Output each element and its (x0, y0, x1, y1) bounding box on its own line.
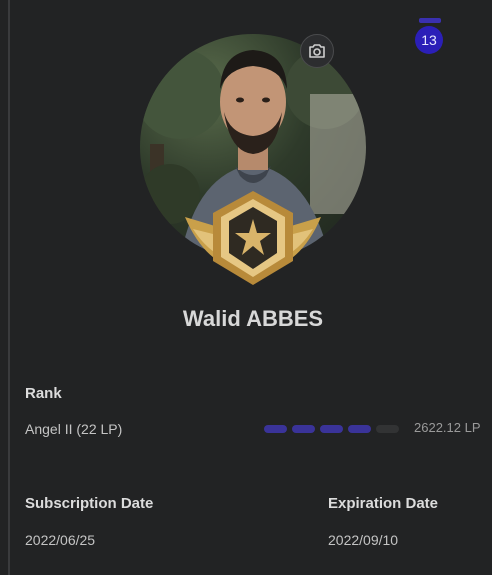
left-divider (8, 0, 10, 575)
notification-count-badge[interactable]: 13 (415, 26, 443, 54)
progress-segment (264, 425, 287, 433)
rank-progress-bar (264, 425, 399, 433)
change-photo-button[interactable] (300, 34, 334, 68)
profile-name: Walid ABBES (182, 306, 324, 331)
notification-indicator[interactable]: 13 (415, 18, 445, 54)
expiration-date-value: 2022/09/10 (328, 532, 399, 548)
subscription-date-label: Subscription Date (25, 495, 154, 512)
subscription-date-value: 2022/06/25 (25, 532, 96, 548)
progress-segment (320, 425, 343, 433)
progress-segment (292, 425, 315, 433)
rank-badge-icon (185, 191, 321, 285)
camera-icon (309, 44, 325, 58)
rank-points: 2622.12 LP (414, 420, 481, 435)
notification-bar (419, 18, 441, 23)
progress-segment (348, 425, 371, 433)
rank-value: Angel II (22 LP) (25, 421, 123, 437)
expiration-date-label: Expiration Date (328, 495, 439, 512)
avatar-container (140, 34, 366, 285)
rank-label: Rank (25, 385, 62, 402)
progress-segment (376, 425, 399, 433)
